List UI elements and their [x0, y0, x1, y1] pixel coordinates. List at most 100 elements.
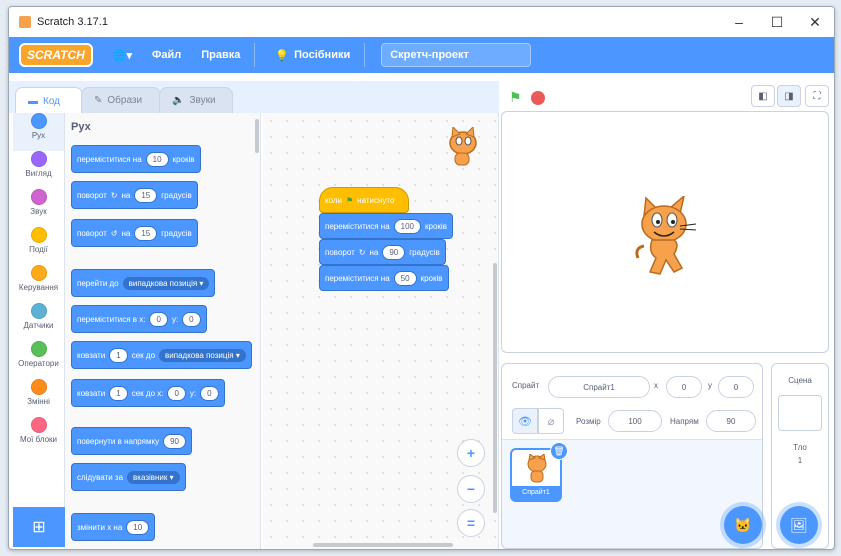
- stage-target-pane[interactable]: Сцена Тло 1 🖼: [771, 363, 829, 549]
- tab-sounds[interactable]: 🔈 Звуки: [159, 87, 233, 113]
- brush-icon: ✎: [94, 95, 103, 106]
- block-glide[interactable]: ковзати 1 сек до випадкова позиція ▾: [71, 341, 252, 369]
- scratch-logo[interactable]: SCRATCH: [19, 43, 93, 67]
- sprite-cat-icon: [449, 127, 477, 166]
- language-globe-icon[interactable]: 🌐▾: [113, 49, 132, 62]
- category-label: Події: [29, 245, 48, 254]
- workspace-vertical-scrollbar[interactable]: [493, 263, 497, 513]
- sprite-thumb-name: Спрайт1: [512, 486, 560, 500]
- block-goto-xy[interactable]: переміститися в x: 0 y: 0: [71, 305, 207, 333]
- tab-costumes[interactable]: ✎ Образи: [81, 87, 161, 113]
- y-position-input[interactable]: 0: [718, 376, 754, 398]
- block-turn-right[interactable]: поворот ↻ на 90 градусів: [319, 239, 446, 265]
- stage-header: ⚑ ◧ ◨ ⛶: [499, 81, 834, 109]
- show-sprite-button[interactable]: 👁: [512, 408, 538, 434]
- code-workspace[interactable]: коли ⚑ натиснуто переміститися на 100 кроків…: [263, 113, 499, 549]
- y-input[interactable]: 0: [200, 385, 219, 401]
- block-text: слідувати за: [77, 472, 124, 482]
- menu-edit[interactable]: Правка: [201, 49, 240, 61]
- backdrop-thumbnail[interactable]: [778, 395, 822, 431]
- block-move-steps[interactable]: переміститися на 10 кроків: [71, 145, 201, 173]
- block-move-steps[interactable]: переміститися на 100 кроків: [319, 213, 453, 239]
- category-looks[interactable]: Вигляд: [13, 151, 64, 189]
- sprite-thumbnail[interactable]: Спрайт1 🗑: [510, 442, 568, 502]
- block-turn-right[interactable]: поворот ↻ на 15 градусів: [71, 181, 198, 209]
- delete-sprite-button[interactable]: 🗑: [550, 442, 568, 460]
- category-dot: [30, 265, 47, 281]
- add-extension-button[interactable]: ⊞: [13, 507, 65, 547]
- backdrop-label: Тло: [793, 443, 807, 452]
- towards-dropdown[interactable]: вказівник ▾: [127, 470, 180, 484]
- category-dot: [30, 151, 47, 167]
- degrees-input[interactable]: 15: [134, 187, 158, 203]
- block-glide-xy[interactable]: ковзати 1 сек до x: 0 y: 0: [71, 379, 225, 407]
- zoom-reset-button[interactable]: =: [457, 509, 485, 537]
- palette-scrollbar[interactable]: [255, 119, 259, 153]
- category-my-blocks[interactable]: Мої блоки: [13, 417, 64, 455]
- sprite-name-input[interactable]: Спрайт1: [548, 376, 650, 398]
- block-move-steps[interactable]: переміститися на 50 кроків: [319, 265, 449, 291]
- sprite-info: Спрайт Спрайт1 x 0 y 0 👁 ⌀ Розмір 100 На…: [502, 364, 762, 440]
- choose-sprite-button[interactable]: 🐱: [724, 506, 762, 544]
- category-variables[interactable]: Змінні: [13, 379, 64, 417]
- window-title: Scratch 3.17.1: [37, 16, 108, 28]
- x-input[interactable]: 0: [149, 311, 168, 327]
- block-change-x[interactable]: змінити х на 10: [71, 513, 156, 541]
- degrees-input[interactable]: 90: [382, 244, 406, 260]
- direction-input[interactable]: 90: [706, 410, 756, 432]
- green-flag-button[interactable]: ⚑: [509, 89, 522, 106]
- stop-button[interactable]: [531, 91, 545, 105]
- sprite-cat[interactable]: [628, 196, 702, 276]
- glide-target-dropdown[interactable]: випадкова позиція ▾: [159, 348, 246, 362]
- steps-input[interactable]: 50: [393, 270, 417, 286]
- category-operators[interactable]: Оператори: [13, 341, 64, 379]
- block-goto[interactable]: перейти до випадкова позиція ▾: [71, 269, 216, 297]
- direction-input[interactable]: 90: [163, 433, 186, 449]
- menu-file[interactable]: Файл: [152, 49, 181, 61]
- category-sound[interactable]: Звук: [13, 189, 64, 227]
- goto-target-dropdown[interactable]: випадкова позиція ▾: [122, 276, 210, 290]
- stage-canvas[interactable]: [501, 111, 829, 353]
- title-bar: Scratch 3.17.1 – ☐ ✕: [9, 7, 834, 37]
- minimize-button[interactable]: –: [720, 14, 758, 31]
- choose-backdrop-button[interactable]: 🖼: [780, 506, 818, 544]
- block-point-towards[interactable]: слідувати за вказівник ▾: [71, 463, 186, 491]
- category-events[interactable]: Події: [13, 227, 64, 265]
- maximize-button[interactable]: ☐: [758, 14, 796, 31]
- category-sensing[interactable]: Датчики: [13, 303, 64, 341]
- sprite-pane: Спрайт Спрайт1 x 0 y 0 👁 ⌀ Розмір 100 На…: [501, 363, 763, 549]
- x-input[interactable]: 0: [167, 385, 186, 401]
- block-turn-left[interactable]: поворот ↺ на 15 градусів: [71, 219, 198, 247]
- block-when-flag-clicked[interactable]: коли ⚑ натиснуто: [319, 187, 409, 213]
- workspace-horizontal-scrollbar[interactable]: [313, 543, 453, 547]
- x-change-input[interactable]: 10: [126, 519, 150, 535]
- size-input[interactable]: 100: [608, 410, 662, 432]
- secs-input[interactable]: 1: [109, 385, 128, 401]
- sprite-label: Спрайт: [512, 381, 540, 390]
- x-position-input[interactable]: 0: [666, 376, 702, 398]
- degrees-input[interactable]: 15: [134, 225, 158, 241]
- block-text: перейти до: [77, 278, 119, 288]
- block-point-direction[interactable]: повернути в напрямку 90: [71, 427, 192, 455]
- block-text: градусів: [409, 247, 440, 257]
- menu-tutorials[interactable]: 💡 Посібники: [275, 49, 350, 62]
- y-input[interactable]: 0: [182, 311, 201, 327]
- secs-input[interactable]: 1: [109, 347, 128, 363]
- steps-input[interactable]: 100: [393, 218, 422, 234]
- block-text: y:: [189, 388, 197, 398]
- zoom-in-button[interactable]: +: [457, 439, 485, 467]
- tab-code[interactable]: ▬ Код: [15, 87, 83, 114]
- steps-input[interactable]: 10: [145, 151, 169, 167]
- small-stage-button[interactable]: ◧: [751, 85, 775, 107]
- zoom-out-button[interactable]: −: [457, 475, 485, 503]
- fullscreen-button[interactable]: ⛶: [805, 85, 829, 107]
- project-title-input[interactable]: Скретч-проект: [381, 43, 532, 67]
- normal-stage-button[interactable]: ◨: [777, 85, 801, 107]
- category-control[interactable]: Керування: [13, 265, 64, 303]
- block-palette: Рух переміститися на 10 кроків поворот ↻ на 1…: [65, 113, 261, 549]
- block-text: ковзати: [77, 350, 106, 360]
- category-motion[interactable]: Рух: [13, 113, 64, 151]
- category-dot: [30, 417, 47, 433]
- hide-sprite-button[interactable]: ⌀: [538, 408, 564, 434]
- close-button[interactable]: ✕: [796, 14, 834, 31]
